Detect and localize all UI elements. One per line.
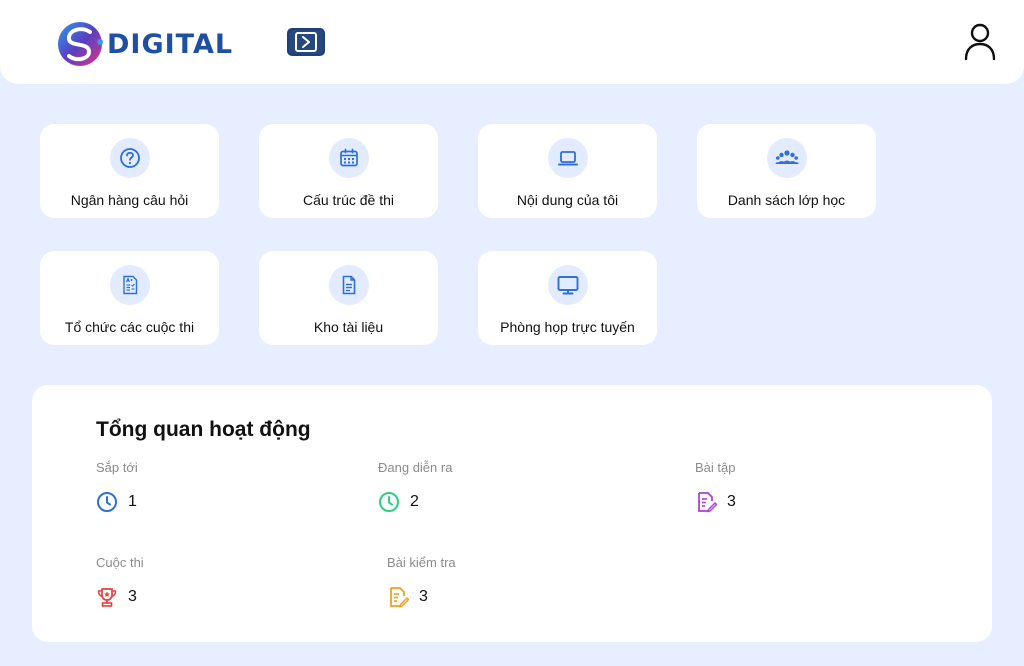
stat-label: Sắp tới bbox=[96, 460, 138, 475]
user-icon[interactable] bbox=[963, 22, 997, 60]
stat-upcoming[interactable]: Sắp tới 1 bbox=[96, 460, 138, 513]
stat-tests[interactable]: Bài kiểm tra 3 bbox=[387, 555, 456, 608]
clock-icon bbox=[379, 492, 399, 512]
stat-label: Bài kiểm tra bbox=[387, 555, 456, 570]
calendar-grid-icon bbox=[328, 138, 369, 178]
menu-card-question-bank[interactable]: Ngân hàng câu hỏi bbox=[40, 124, 219, 218]
stat-value: 2 bbox=[410, 493, 419, 510]
stat-in-progress[interactable]: Đang diễn ra 2 bbox=[378, 460, 452, 513]
group-users-icon bbox=[766, 138, 807, 178]
brand-name: DIGITAL bbox=[107, 28, 234, 60]
activity-overview-panel: Tổng quan hoạt động Sắp tới 1 Đang diễn … bbox=[32, 385, 992, 642]
menu-card-organize-contests[interactable]: Tổ chức các cuộc thi bbox=[40, 251, 219, 345]
stat-contests[interactable]: Cuộc thi 3 bbox=[96, 555, 144, 608]
stat-value: 1 bbox=[128, 493, 137, 510]
trophy-icon bbox=[97, 588, 117, 607]
menu-card-label: Kho tài liệu bbox=[313, 319, 384, 335]
panel-title: Tổng quan hoạt động bbox=[96, 418, 311, 441]
menu-card-document-library[interactable]: Kho tài liệu bbox=[259, 251, 438, 345]
menu-card-label: Cấu trúc đề thi bbox=[302, 192, 395, 208]
menu-card-label: Danh sách lớp học bbox=[727, 192, 846, 208]
graded-paper-icon bbox=[109, 265, 150, 305]
laptop-icon bbox=[547, 138, 588, 178]
stat-assignments[interactable]: Bài tập 3 bbox=[695, 460, 736, 513]
edit-document-icon bbox=[698, 492, 717, 513]
menu-card-label: Ngân hàng câu hỏi bbox=[70, 192, 189, 208]
stat-label: Bài tập bbox=[695, 460, 736, 475]
stat-label: Cuộc thi bbox=[96, 555, 144, 570]
sidebar-toggle-button[interactable] bbox=[287, 28, 325, 56]
brand-logo[interactable]: DIGITAL bbox=[56, 20, 233, 68]
menu-card-online-meeting[interactable]: Phòng họp trực tuyến bbox=[478, 251, 657, 345]
menu-card-exam-structure[interactable]: Cấu trúc đề thi bbox=[259, 124, 438, 218]
menu-card-class-list[interactable]: Danh sách lớp học bbox=[697, 124, 876, 218]
menu-card-label: Tổ chức các cuộc thi bbox=[64, 319, 195, 335]
top-header: DIGITAL bbox=[0, 0, 1024, 84]
menu-card-label: Phòng họp trực tuyến bbox=[500, 319, 635, 335]
stat-label: Đang diễn ra bbox=[378, 460, 453, 475]
digital-logo-icon bbox=[58, 22, 103, 66]
edit-document-icon bbox=[390, 587, 409, 608]
stat-value: 3 bbox=[727, 493, 736, 510]
menu-card-label: Nội dung của tôi bbox=[516, 192, 619, 208]
menu-card-my-content[interactable]: Nội dung của tôi bbox=[478, 124, 657, 218]
sidebar-toggle-icon bbox=[295, 32, 317, 52]
stat-value: 3 bbox=[128, 588, 137, 605]
clock-icon bbox=[97, 492, 117, 512]
monitor-icon bbox=[547, 265, 588, 305]
stat-value: 3 bbox=[419, 588, 428, 605]
question-circle-icon bbox=[109, 138, 150, 178]
document-icon bbox=[328, 265, 369, 305]
